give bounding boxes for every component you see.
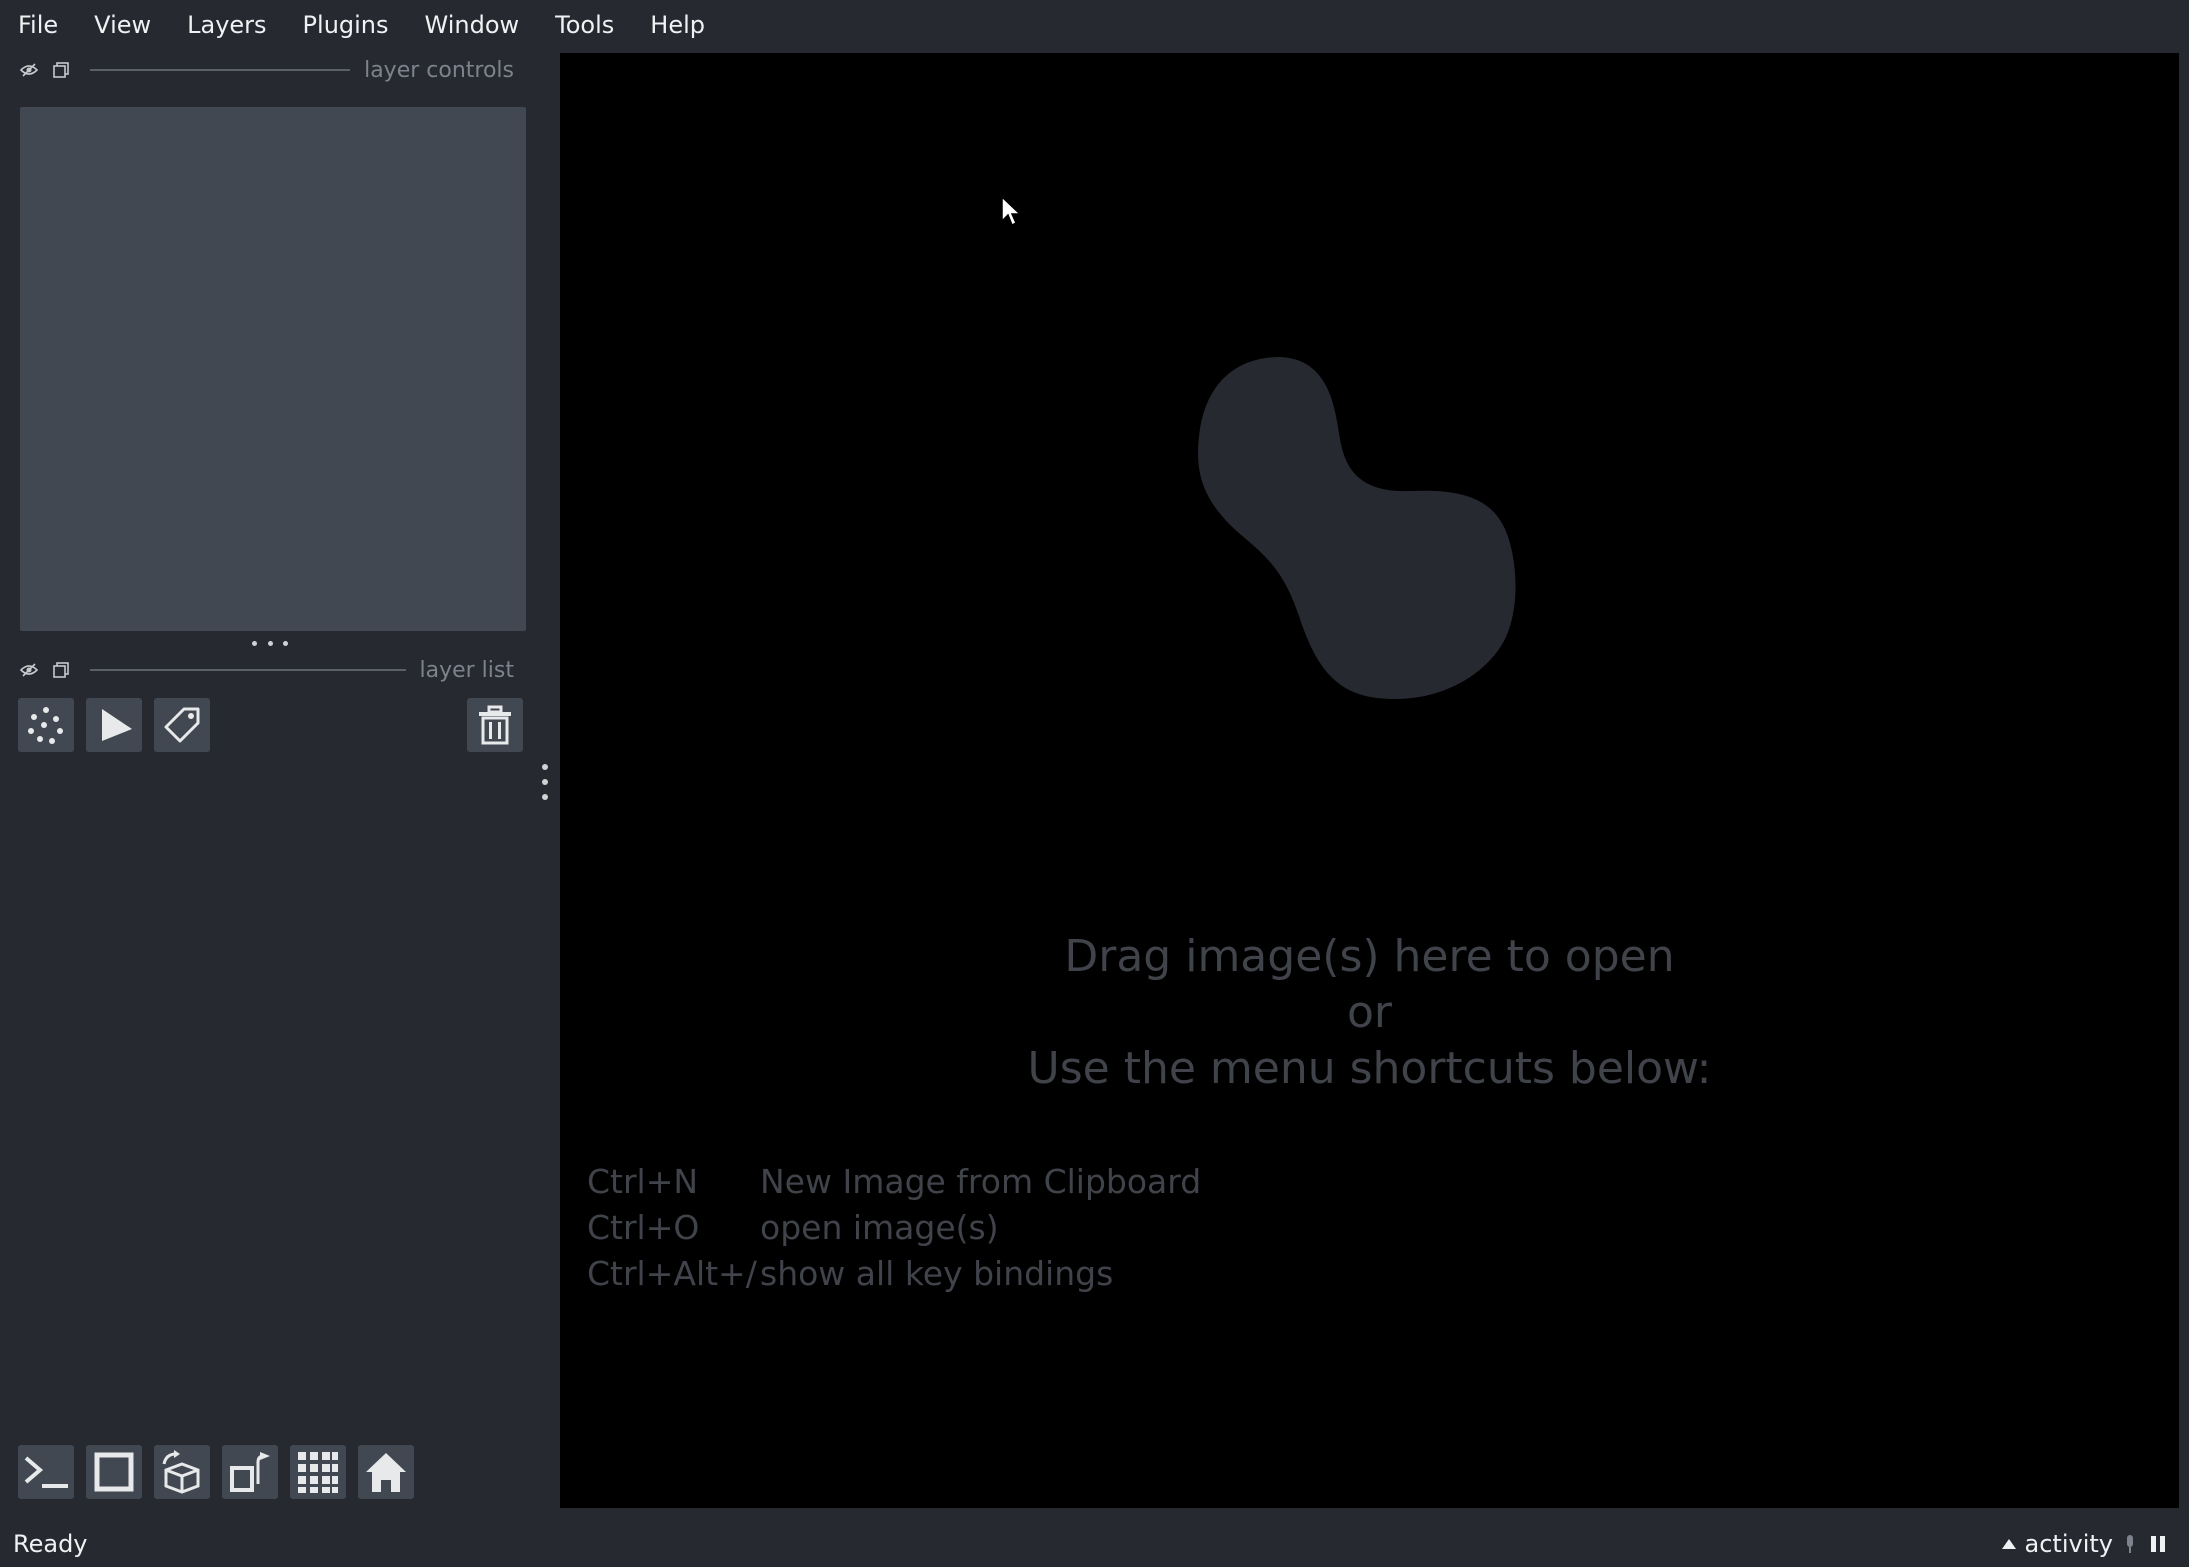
layer-controls-title: layer controls: [364, 57, 514, 83]
shortcut-list: Ctrl+N New Image from Clipboard Ctrl+O o…: [587, 1159, 1201, 1297]
shortcut-row: Ctrl+Alt+/ show all key bindings: [587, 1251, 1201, 1297]
mouse-cursor-icon: [1001, 195, 1022, 227]
menu-plugins[interactable]: Plugins: [285, 0, 407, 50]
trash-icon: [479, 705, 511, 745]
microphone-icon: [2127, 1534, 2133, 1553]
points-icon: [28, 707, 63, 744]
activity-label: activity: [2024, 1529, 2113, 1558]
status-text: Ready: [13, 1529, 88, 1558]
labels-icon: [164, 707, 200, 743]
grid-icon: [298, 1452, 338, 1493]
float-dock-icon[interactable]: [50, 659, 72, 681]
shortcut-action: New Image from Clipboard: [760, 1162, 1202, 1201]
hide-dock-icon[interactable]: [18, 659, 40, 681]
menu-tools[interactable]: Tools: [537, 0, 632, 50]
shortcut-key: Ctrl+Alt+/: [587, 1254, 757, 1293]
layer-list-title: layer list: [419, 657, 515, 683]
transpose-dims-button[interactable]: [222, 1445, 278, 1499]
menu-bar: File View Layers Plugins Window Tools He…: [0, 0, 2189, 50]
delete-layer-button[interactable]: [467, 698, 523, 752]
welcome-line: Use the menu shortcuts below:: [1027, 1043, 1712, 1094]
home-button[interactable]: [358, 1445, 414, 1499]
viewer-canvas[interactable]: Drag image(s) here to open or Use the me…: [560, 53, 2179, 1508]
ndisplay-square-icon: [94, 1452, 134, 1492]
activity-dock-toggle[interactable]: activity: [2001, 1520, 2169, 1567]
napari-logo: [1198, 357, 1516, 699]
menu-file[interactable]: File: [0, 0, 76, 50]
ndisplay-button[interactable]: [86, 1445, 142, 1499]
transpose-icon: [230, 1452, 270, 1492]
console-button[interactable]: [18, 1445, 74, 1499]
chevron-up-icon: [2001, 1538, 2016, 1549]
welcome-message: Drag image(s) here to open or Use the me…: [560, 929, 2179, 1097]
shapes-icon: [102, 709, 132, 741]
roll-3d-icon: [162, 1450, 200, 1494]
hide-dock-icon[interactable]: [18, 59, 40, 81]
welcome-line: or: [1346, 987, 1392, 1038]
title-rule: [90, 69, 351, 71]
layer-controls-panel: [20, 107, 526, 631]
menu-view[interactable]: View: [76, 0, 169, 50]
shortcut-action: open image(s): [760, 1208, 999, 1247]
shortcut-action: show all key bindings: [760, 1254, 1114, 1293]
welcome-line: Drag image(s) here to open: [1064, 931, 1675, 982]
roll-dims-button[interactable]: [154, 1445, 210, 1499]
new-points-layer-button[interactable]: [18, 698, 74, 752]
console-icon: [24, 1456, 68, 1488]
menu-help[interactable]: Help: [632, 0, 723, 50]
grid-view-button[interactable]: [290, 1445, 346, 1499]
layer-list-titlebar: layer list: [0, 650, 530, 690]
shortcut-row: Ctrl+N New Image from Clipboard: [587, 1159, 1201, 1205]
float-dock-icon[interactable]: [50, 59, 72, 81]
dock-splitter-handle[interactable]: [542, 764, 548, 800]
status-bar: Ready activity: [0, 1520, 2189, 1567]
shortcut-key: Ctrl+O: [587, 1208, 700, 1247]
home-icon: [366, 1453, 406, 1492]
new-shapes-layer-button[interactable]: [86, 698, 142, 752]
menu-window[interactable]: Window: [407, 0, 538, 50]
dock-resize-handle[interactable]: [252, 638, 288, 648]
shortcut-key: Ctrl+N: [587, 1162, 699, 1201]
pause-icon[interactable]: [2147, 1533, 2169, 1555]
new-labels-layer-button[interactable]: [154, 698, 210, 752]
menu-layers[interactable]: Layers: [169, 0, 284, 50]
layer-controls-titlebar: layer controls: [0, 50, 530, 90]
title-rule: [90, 669, 406, 671]
shortcut-row: Ctrl+O open image(s): [587, 1205, 1201, 1251]
